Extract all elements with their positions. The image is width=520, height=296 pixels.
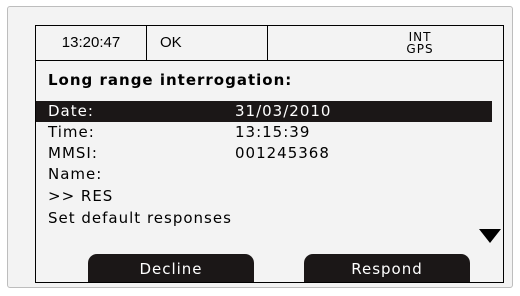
position-source-line2: GPS	[406, 42, 434, 56]
row-label: MMSI:	[48, 144, 98, 162]
status-time: 13:20:47	[36, 26, 147, 60]
status-bar: 13:20:47 OK INT GPS	[36, 26, 503, 61]
row-label: Time:	[48, 123, 95, 141]
scroll-down-icon	[479, 229, 501, 243]
device-panel: 13:20:47 OK INT GPS Long range interroga…	[7, 6, 513, 288]
menu-row-res[interactable]: >> RES	[36, 186, 492, 207]
status-indicator: OK	[148, 26, 268, 60]
menu-row-set-default-responses[interactable]: Set default responses	[36, 208, 492, 229]
menu-row-date[interactable]: Date: 31/03/2010	[36, 101, 492, 122]
page-title: Long range interrogation:	[48, 71, 293, 89]
menu-row-name[interactable]: Name:	[36, 164, 492, 185]
row-label: Date:	[48, 102, 94, 120]
respond-button[interactable]: Respond	[304, 254, 470, 282]
row-value: 31/03/2010	[235, 102, 332, 120]
menu-row-mmsi[interactable]: MMSI: 001245368	[36, 143, 492, 164]
row-value: 001245368	[235, 144, 330, 162]
menu-row-time[interactable]: Time: 13:15:39	[36, 122, 492, 143]
row-label: Set default responses	[48, 209, 232, 227]
row-value: 13:15:39	[235, 123, 311, 141]
decline-button[interactable]: Decline	[88, 254, 254, 282]
position-source: INT GPS	[380, 31, 460, 55]
row-label: Name:	[48, 165, 103, 183]
row-label: >> RES	[48, 187, 114, 205]
lcd-screen: 13:20:47 OK INT GPS Long range interroga…	[35, 25, 504, 283]
